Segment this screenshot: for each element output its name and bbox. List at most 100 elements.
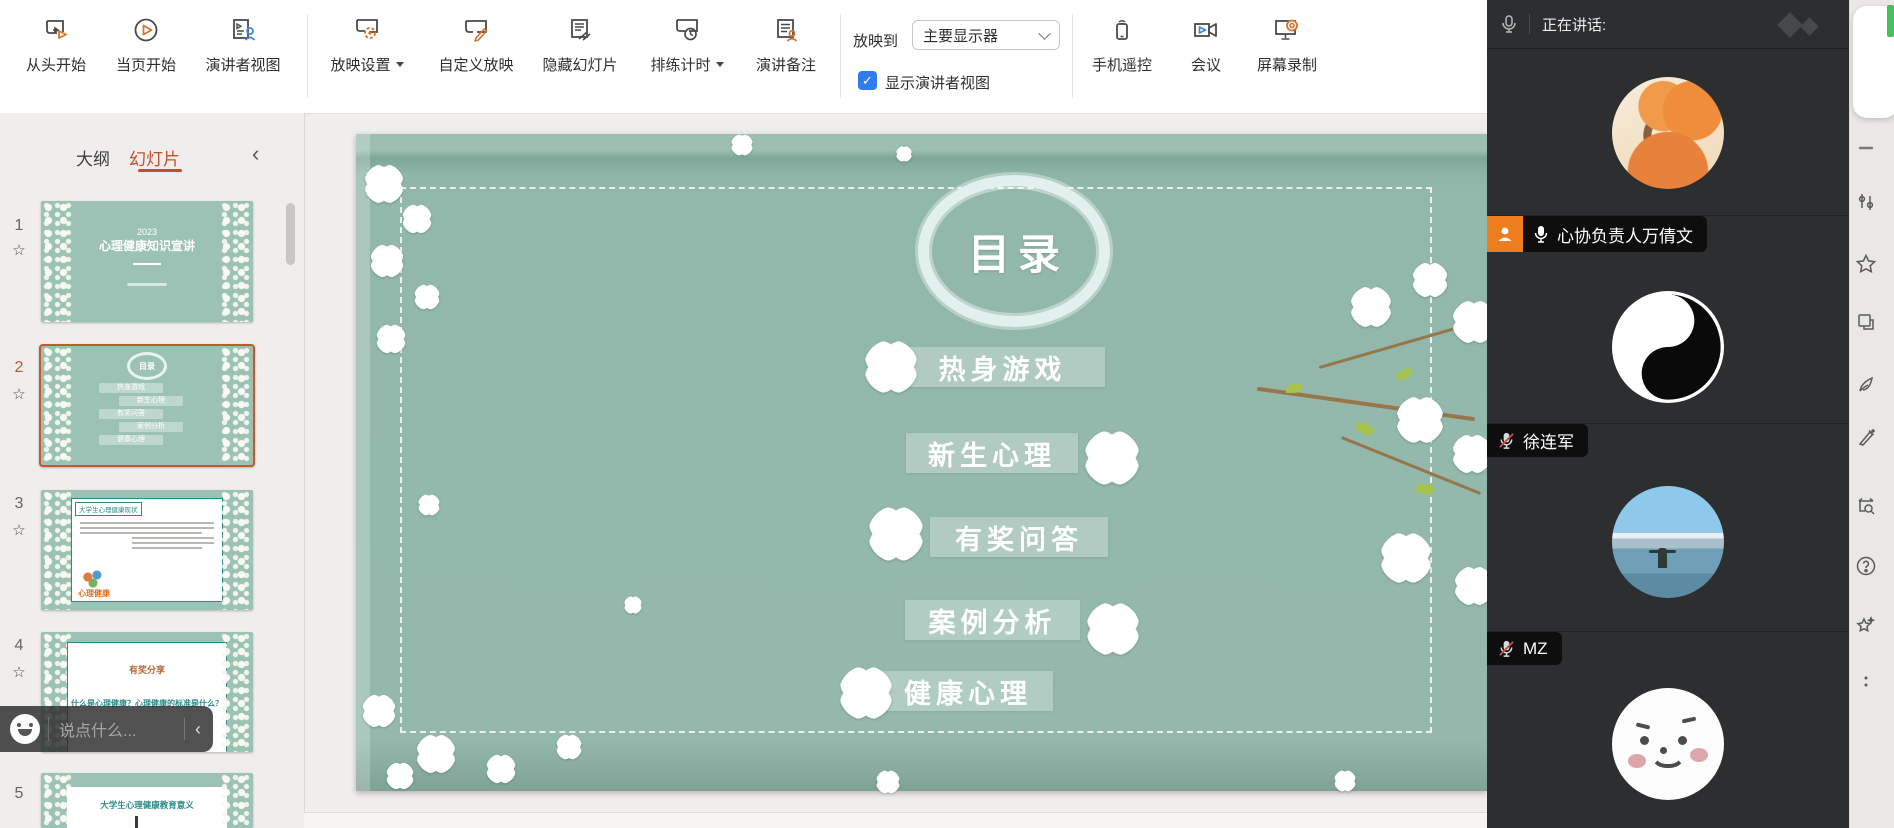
meeting-label: 会议: [1191, 54, 1221, 75]
ribbon-separator: [840, 14, 841, 98]
from-beginning-button[interactable]: 从头开始: [10, 15, 102, 75]
flower-decoration: [362, 694, 396, 728]
slide-number: 3: [8, 495, 30, 513]
rehearse-timing-label: 排练计时: [650, 54, 710, 75]
thumb5-content: 大学生心理健康教育意义: [67, 787, 227, 828]
screen-record-button[interactable]: 屏幕录制: [1241, 15, 1333, 75]
collapse-panel-button[interactable]: ‹: [252, 141, 259, 167]
flower-decoration: [556, 734, 582, 760]
star-icon[interactable]: [1852, 250, 1880, 278]
mic-muted-icon: [1497, 639, 1516, 658]
avatar-girl: [1612, 77, 1724, 189]
header-divider: [1529, 14, 1530, 34]
speaker-notes-label: 演讲备注: [756, 54, 816, 75]
rehearse-timing-button[interactable]: 排练计时: [637, 15, 737, 75]
speaker-notes-button[interactable]: 演讲备注: [740, 15, 832, 75]
play-from-start-icon: [41, 15, 71, 45]
animation-star-icon: ☆: [8, 521, 30, 539]
participant-name: 徐连军: [1523, 428, 1574, 453]
hide-slide-button[interactable]: 隐藏幻灯片: [531, 15, 629, 75]
mic-on-icon: [1531, 224, 1551, 244]
flower-decoration: [376, 324, 406, 354]
dropdown-caret-icon: [716, 62, 724, 67]
meeting-button[interactable]: 会议: [1169, 15, 1243, 75]
slide-thumbnail-3[interactable]: 大学生心理健康现状 心理健康: [41, 490, 253, 610]
green-indicator: [1887, 5, 1894, 37]
slide-thumbnail-2-selected[interactable]: 目录 热身游戏 新生心理 有奖问答 案例分析 健康心理: [39, 344, 255, 467]
slide-title: 目录: [968, 221, 1068, 282]
tab-slides[interactable]: 幻灯片: [129, 145, 180, 170]
menu-item-2[interactable]: 新生心理: [906, 433, 1078, 473]
thumb1-year: 2023: [41, 227, 253, 237]
thumb3-title: 大学生心理健康现状: [75, 502, 142, 516]
slide-number: 1: [8, 217, 30, 235]
screen-record-icon: [1272, 15, 1302, 45]
presenter-checkbox-label: 显示演讲者视图: [885, 72, 990, 93]
find-preview-icon[interactable]: [1852, 492, 1880, 520]
presenter-view-checkbox[interactable]: ✓: [858, 71, 877, 90]
meeting-camera-icon: [1191, 15, 1221, 45]
flower-decoration: [486, 754, 516, 784]
tab-outline[interactable]: 大纲: [76, 145, 110, 170]
participant-label-host: 心协负责人万倩文: [1487, 216, 1707, 252]
flower-decoration: [370, 244, 404, 278]
play-circle-icon: [131, 15, 161, 45]
menu-item-5[interactable]: 健康心理: [883, 671, 1053, 711]
chat-input[interactable]: 说点什么...: [59, 717, 174, 741]
participant-label: MZ: [1487, 632, 1562, 665]
thumbnails-scrollbar[interactable]: [286, 203, 295, 265]
help-icon[interactable]: [1852, 552, 1880, 580]
slide-thumbnail-5[interactable]: 大学生心理健康教育意义: [41, 773, 253, 828]
avatar-skyline: [1612, 486, 1724, 598]
presenter-view-button[interactable]: 演讲者视图: [191, 15, 295, 75]
menu-item-3[interactable]: 有奖问答: [930, 517, 1108, 557]
leaf-decoration: [1286, 384, 1302, 393]
display-to-label: 放映到: [853, 30, 898, 51]
flower-decoration: [864, 340, 918, 394]
adjust-sliders-icon[interactable]: [1852, 188, 1880, 216]
chat-collapse-button[interactable]: ‹: [195, 719, 201, 740]
emoji-icon[interactable]: [10, 714, 40, 744]
from-current-button[interactable]: 当页开始: [100, 15, 192, 75]
flower-decoration: [1084, 430, 1140, 486]
slide-number-selected: 2: [8, 359, 30, 377]
custom-show-button[interactable]: 自定义放映: [427, 15, 525, 75]
more-dots-icon[interactable]: [1852, 668, 1880, 696]
menu-item-4[interactable]: 案例分析: [905, 600, 1080, 640]
speaking-label: 正在讲话:: [1542, 14, 1606, 35]
hide-slide-icon: [565, 15, 595, 45]
thumb5-title: 大学生心理健康教育意义: [67, 799, 227, 811]
leaf-icon[interactable]: [1852, 370, 1880, 398]
slide-number: 4: [8, 637, 30, 655]
flower-decoration: [731, 134, 753, 156]
slide-thumbnail-1[interactable]: 2023 心理健康知识宣讲: [41, 201, 253, 322]
participant-label: 徐连军: [1487, 424, 1588, 457]
status-strip: [304, 812, 1487, 828]
dropdown-caret-icon: [396, 62, 404, 67]
chat-divider: [184, 718, 185, 740]
meeting-header: 正在讲话:: [1487, 0, 1849, 49]
hide-slide-label: 隐藏幻灯片: [542, 54, 617, 75]
meeting-chat-bar[interactable]: 说点什么... ‹: [0, 706, 213, 752]
menu-item-1[interactable]: 热身游戏: [900, 347, 1105, 387]
format-brush-icon[interactable]: [1852, 424, 1880, 452]
splitter-handle[interactable]: [135, 816, 138, 828]
flower-decoration: [1396, 396, 1444, 444]
slide-canvas[interactable]: 目录 热身游戏 新生心理 有奖问答 案例分析 健康心理: [356, 134, 1487, 791]
show-settings-button[interactable]: 放映设置: [316, 15, 418, 75]
copy-icon[interactable]: [1852, 308, 1880, 336]
flower-decoration: [1452, 434, 1492, 474]
show-settings-label: 放映设置: [330, 54, 390, 75]
display-monitor-select[interactable]: 主要显示器: [912, 20, 1060, 50]
right-sidebar: [1849, 0, 1894, 828]
flower-decoration: [414, 284, 440, 310]
slide-title-wreath: 目录: [918, 175, 1110, 327]
phone-remote-label: 手机遥控: [1092, 54, 1152, 75]
minimize-icon[interactable]: [1852, 134, 1880, 162]
thumb1-title: 心理健康知识宣讲: [41, 237, 253, 254]
thumb1-date-line: [127, 283, 167, 286]
rehearse-timing-icon: [672, 15, 702, 45]
ribbon-separator: [1072, 14, 1073, 98]
effects-star-icon[interactable]: [1852, 612, 1880, 640]
phone-remote-button[interactable]: 手机遥控: [1076, 15, 1168, 75]
